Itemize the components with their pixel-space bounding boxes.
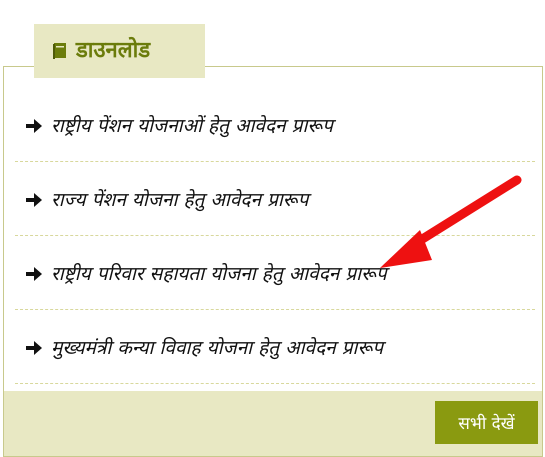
downloads-widget: डाउनलोड राष्ट्रीय पेंशन योजनाओं हेतु आवे… [0,0,545,457]
view-all-button[interactable]: सभी देखें [435,401,538,444]
arrow-right-icon [25,192,43,207]
downloads-panel: राष्ट्रीय पेंशन योजनाओं हेतु आवेदन प्रार… [3,66,543,457]
arrow-right-icon [25,118,43,133]
book-icon [52,42,68,60]
download-link-label: राज्य पेंशन योजना हेतु आवेदन प्रारूप [51,188,309,211]
download-link-state-pension[interactable]: राज्य पेंशन योजना हेतु आवेदन प्रारूप [15,162,535,236]
download-link-family-assistance[interactable]: राष्ट्रीय परिवार सहायता योजना हेतु आवेदन… [15,236,535,310]
arrow-right-icon [25,266,43,281]
widget-title-tab: डाउनलोड [34,24,205,78]
arrow-right-icon [25,340,43,355]
download-link-national-pension[interactable]: राष्ट्रीय पेंशन योजनाओं हेतु आवेदन प्रार… [15,88,535,162]
download-link-label: राष्ट्रीय परिवार सहायता योजना हेतु आवेदन… [51,262,387,285]
widget-title: डाउनलोड [76,38,151,63]
widget-footer: सभी देखें [4,391,542,456]
download-link-kanya-vivah[interactable]: मुख्यमंत्री कन्या विवाह योजना हेतु आवेदन… [15,310,535,384]
downloads-list: राष्ट्रीय पेंशन योजनाओं हेतु आवेदन प्रार… [15,88,535,384]
download-link-label: मुख्यमंत्री कन्या विवाह योजना हेतु आवेदन… [51,336,384,359]
download-link-label: राष्ट्रीय पेंशन योजनाओं हेतु आवेदन प्रार… [51,114,333,137]
